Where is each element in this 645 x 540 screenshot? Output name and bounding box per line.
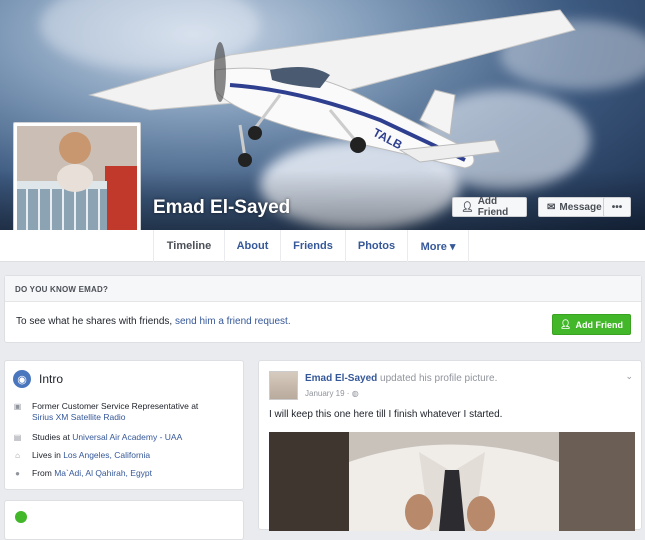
intro-lives: ⌂ Lives in Los Angeles, California xyxy=(13,450,150,461)
next-card xyxy=(4,500,244,540)
intro-work-link[interactable]: Sirius XM Satellite Radio xyxy=(32,412,198,423)
timeline-post: Emad El-Sayed updated his profile pictur… xyxy=(258,360,642,531)
intro-from-text: From xyxy=(32,468,52,478)
intro-work-text: Former Customer Service Representative a… xyxy=(32,401,199,411)
intro-lives-link[interactable]: Los Angeles, California xyxy=(63,450,150,460)
intro-education: ▤ Studies at Universal Air Academy - UAA xyxy=(13,432,183,443)
intro-title: Intro xyxy=(39,372,64,386)
intro-card: ◉ Intro ▣ Former Customer Service Repres… xyxy=(4,360,244,490)
profile-name[interactable]: Emad El-Sayed xyxy=(153,197,290,219)
add-person-icon: 👤︎ xyxy=(560,319,572,329)
intro-education-text: Studies at xyxy=(32,432,70,442)
add-friend-green-label: Add Friend xyxy=(575,319,623,330)
post-text: I will keep this one here till I finish … xyxy=(269,409,503,420)
post-author-link[interactable]: Emad El-Sayed xyxy=(305,373,377,384)
child-photo xyxy=(17,126,137,244)
post-header: Emad El-Sayed updated his profile pictur… xyxy=(305,373,497,384)
tab-more[interactable]: More ▾ xyxy=(407,230,469,262)
prompt-heading: DO YOU KNOW EMAD? xyxy=(5,276,641,302)
tab-about[interactable]: About xyxy=(224,230,280,262)
profile-nav: Timeline About Friends Photos More ▾ xyxy=(0,230,645,262)
post-date[interactable]: January 19 · ◍ xyxy=(305,389,359,398)
add-friend-button[interactable]: 👤︎ Add Friend xyxy=(452,196,527,218)
prompt-text: To see what he shares with friends, send… xyxy=(16,316,291,327)
status-icon xyxy=(15,511,27,523)
more-options-label: ••• xyxy=(611,201,623,213)
intro-from: ● From Ma`Adi, Al Qahirah, Egypt xyxy=(13,468,152,479)
intro-work: ▣ Former Customer Service Representative… xyxy=(13,401,199,423)
send-friend-request-link[interactable]: send him a friend request. xyxy=(175,316,291,327)
message-icon: ✉ xyxy=(547,201,556,213)
message-button[interactable]: ✉ Message xyxy=(538,197,606,217)
prompt-text-before: To see what he shares with friends, xyxy=(16,316,173,327)
graduation-cap-icon: ▤ xyxy=(13,433,22,442)
globe-icon: ◉ xyxy=(13,370,31,388)
more-options-button[interactable]: ••• xyxy=(603,197,631,217)
message-label: Message xyxy=(559,201,602,213)
location-pin-icon: ● xyxy=(15,469,20,478)
briefcase-icon: ▣ xyxy=(13,402,22,411)
add-person-icon: 👤︎ xyxy=(461,201,474,213)
add-friend-label: Add Friend xyxy=(477,196,509,218)
tab-timeline[interactable]: Timeline xyxy=(153,230,224,262)
post-action: updated his profile picture. xyxy=(380,373,498,384)
tab-photos[interactable]: Photos xyxy=(345,230,407,262)
intro-lives-text: Lives in xyxy=(32,450,61,460)
chevron-down-icon[interactable]: ⌄ xyxy=(625,371,633,382)
post-photo[interactable] xyxy=(269,432,635,531)
friend-request-prompt: DO YOU KNOW EMAD? To see what he shares … xyxy=(4,275,642,343)
intro-education-link[interactable]: Universal Air Academy - UAA xyxy=(72,432,182,442)
home-icon: ⌂ xyxy=(15,451,20,460)
post-author-avatar[interactable] xyxy=(269,371,298,400)
add-friend-green-button[interactable]: 👤︎ Add Friend xyxy=(552,314,631,335)
intro-from-link[interactable]: Ma`Adi, Al Qahirah, Egypt xyxy=(54,468,152,478)
intro-heading: ◉ Intro xyxy=(13,370,63,388)
tab-friends[interactable]: Friends xyxy=(280,230,345,262)
